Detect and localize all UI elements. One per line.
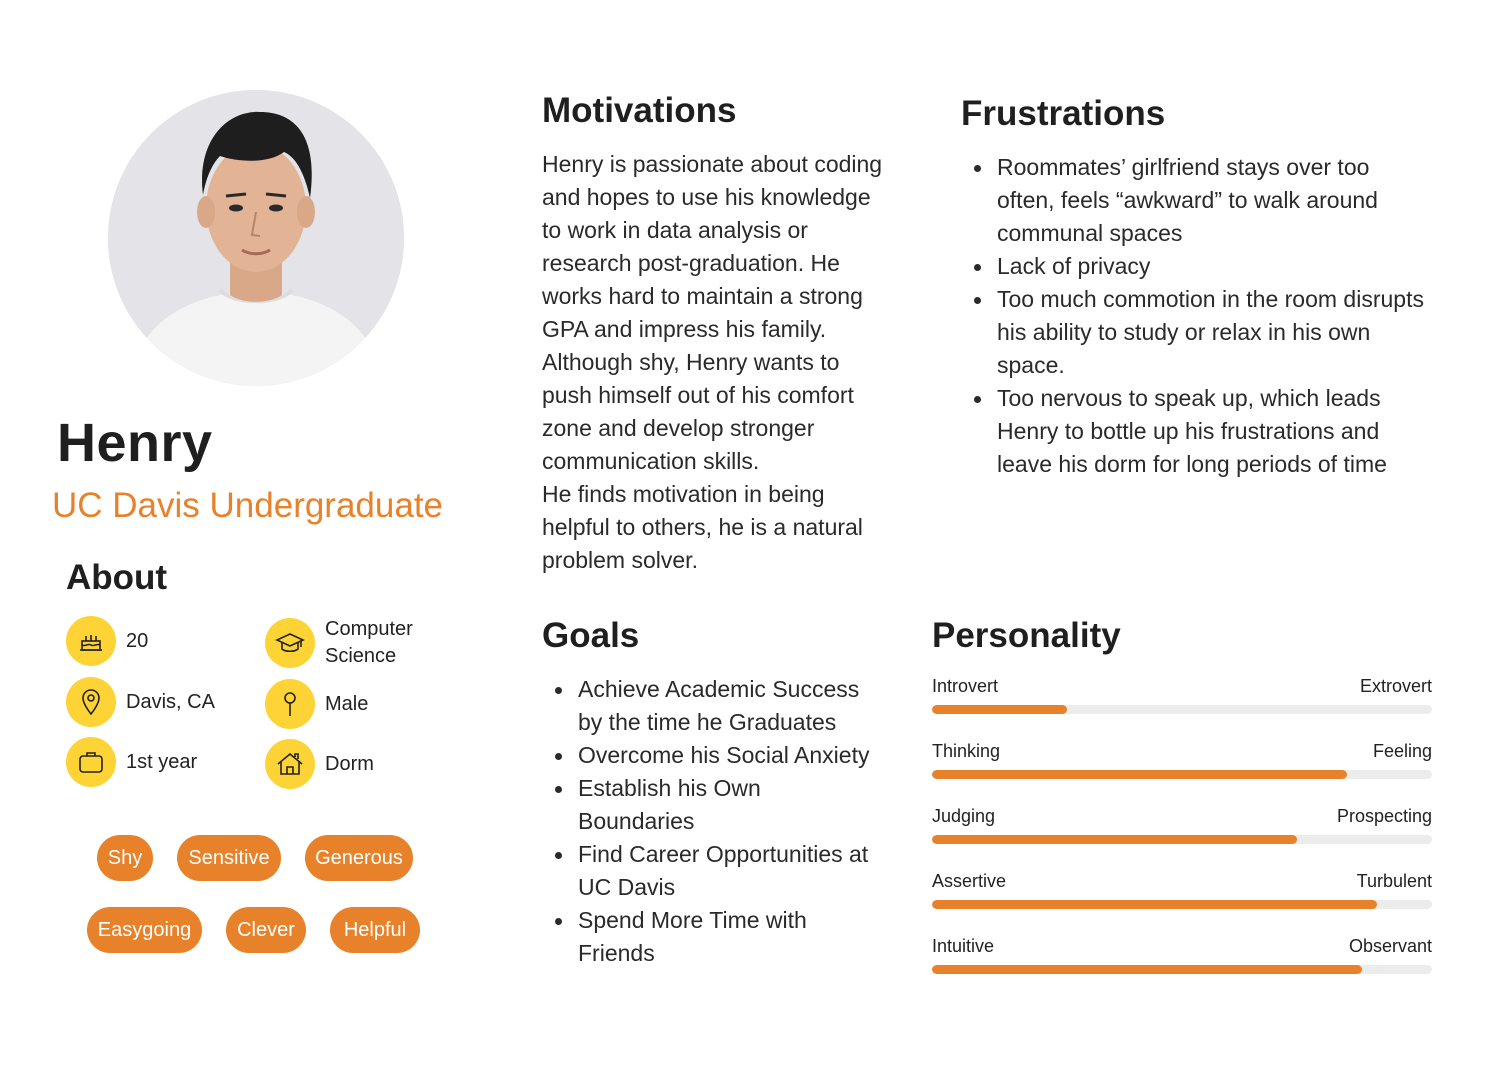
scale-left-label: Intuitive (932, 936, 995, 956)
personality-scale: Thinking Feeling (932, 740, 1432, 779)
frustration-item: Roommates’ girlfriend stays over too oft… (961, 151, 1431, 250)
location-pin-icon (66, 677, 116, 727)
frustration-item: Too nervous to speak up, which leads Hen… (961, 382, 1431, 481)
goal-item: Achieve Academic Success by the time he … (542, 673, 882, 739)
motivations-line: Henry is passionate about coding (542, 151, 883, 177)
motivations-line: zone and develop stronger (542, 415, 815, 441)
person-portrait-icon (108, 90, 404, 386)
motivations-line: helpful to others, he is a natural (542, 514, 863, 540)
goal-item: Spend More Time with Friends (542, 904, 882, 970)
scale-track (932, 965, 1432, 974)
goals-list: Achieve Academic Success by the time he … (542, 673, 882, 970)
about-housing: Dorm (265, 739, 374, 789)
about-year: 1st year (66, 737, 197, 787)
trait-chip: Shy (97, 835, 153, 881)
trait-chip: Generous (305, 835, 413, 881)
frustration-item: Too much commotion in the room disrupts … (961, 283, 1431, 382)
about-major: Computer Science (265, 616, 435, 670)
about-year-label: 1st year (126, 750, 198, 773)
motivations-text: Henry is passionate about coding and hop… (542, 148, 922, 577)
goal-item: Establish his Own Boundaries (542, 772, 882, 838)
goal-item: Overcome his Social Anxiety (542, 739, 882, 772)
frustrations-heading: Frustrations (961, 94, 1166, 133)
personality-scale: Judging Prospecting (932, 805, 1432, 844)
scale-fill (932, 835, 1297, 844)
gender-icon (265, 679, 315, 729)
about-major-label: Computer Science (325, 618, 413, 667)
persona-name: Henry (57, 413, 213, 473)
scale-left-label: Thinking (932, 741, 1001, 761)
scale-fill (932, 705, 1067, 714)
home-icon (265, 739, 315, 789)
personality-scale: Introvert Extrovert (932, 675, 1432, 714)
frustrations-list: Roommates’ girlfriend stays over too oft… (961, 151, 1431, 481)
scale-left-label: Judging (932, 806, 996, 826)
motivations-heading: Motivations (542, 91, 737, 130)
about-gender-label: Male (325, 692, 369, 715)
about-age: 20 (66, 616, 148, 666)
trait-chip: Easygoing (87, 907, 202, 953)
about-heading: About (66, 558, 168, 597)
goal-item: Find Career Opportunities at UC Davis (542, 838, 882, 904)
scale-right-label: Observant (1348, 936, 1432, 956)
graduation-cap-icon (265, 618, 315, 668)
persona-subtitle: UC Davis Undergraduate (52, 486, 444, 525)
motivations-line: research post-graduation. He (542, 250, 840, 276)
scale-right-label: Extrovert (1359, 676, 1432, 696)
motivations-line: communication skills. (542, 448, 760, 474)
scale-right-label: Prospecting (1336, 806, 1432, 826)
briefcase-icon (66, 737, 116, 787)
motivations-line: problem solver. (542, 547, 698, 573)
trait-chip: Clever (226, 907, 306, 953)
scale-track (932, 835, 1432, 844)
motivations-line: Although shy, Henry wants to (542, 349, 840, 375)
scale-track (932, 705, 1432, 714)
trait-chip: Sensitive (177, 835, 281, 881)
scale-fill (932, 965, 1362, 974)
about-housing-label: Dorm (325, 752, 374, 775)
motivations-line: push himself out of his comfort (542, 382, 854, 408)
about-location-label: Davis, CA (126, 690, 215, 713)
frustration-item: Lack of privacy (961, 250, 1431, 283)
trait-chip: Helpful (330, 907, 420, 953)
scale-fill (932, 900, 1377, 909)
personality-heading: Personality (932, 616, 1121, 655)
scale-fill (932, 770, 1347, 779)
about-age-label: 20 (126, 629, 149, 652)
scale-left-label: Introvert (932, 676, 999, 696)
motivations-line: He finds motivation in being (542, 481, 825, 507)
about-location: Davis, CA (66, 677, 215, 727)
scale-left-label: Assertive (932, 871, 1007, 891)
scale-track (932, 770, 1432, 779)
personality-scale: Assertive Turbulent (932, 870, 1432, 909)
scale-track (932, 900, 1432, 909)
personality-scale: Intuitive Observant (932, 935, 1432, 974)
motivations-line: GPA and impress his family. (542, 316, 827, 342)
cake-icon (66, 616, 116, 666)
about-gender: Male (265, 679, 368, 729)
scale-right-label: Turbulent (1356, 871, 1432, 891)
motivations-line: works hard to maintain a strong (542, 283, 863, 309)
motivations-line: to work in data analysis or (542, 217, 808, 243)
goals-heading: Goals (542, 616, 640, 655)
motivations-line: and hopes to use his knowledge (542, 184, 871, 210)
profile-photo (108, 90, 404, 386)
scale-right-label: Feeling (1372, 741, 1432, 761)
